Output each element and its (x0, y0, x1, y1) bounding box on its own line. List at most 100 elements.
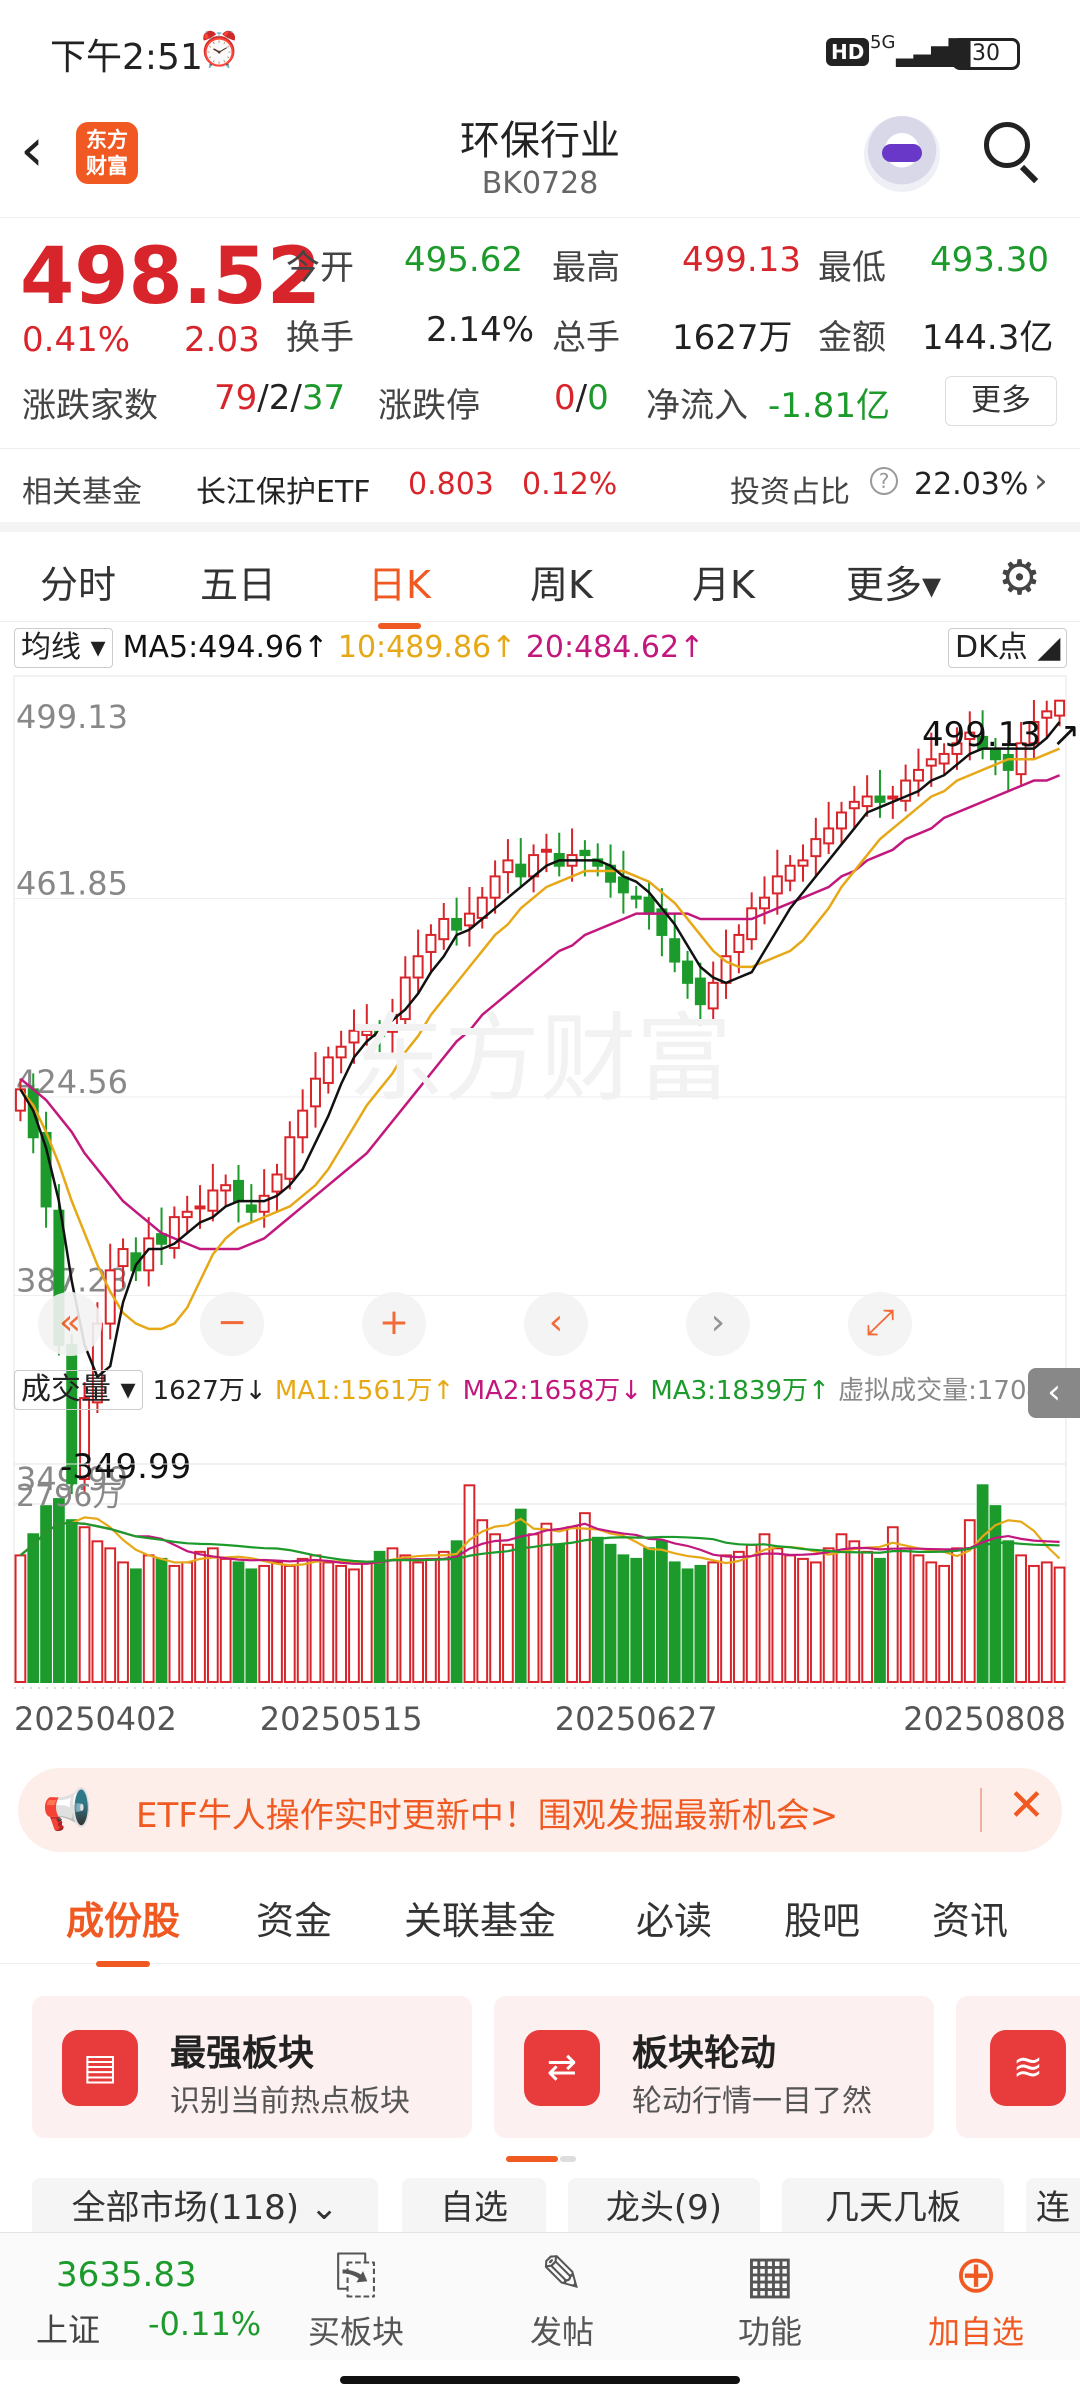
more-button[interactable]: 更多 (945, 376, 1057, 426)
volume-bar (976, 1484, 989, 1683)
x-tick-label: 20250808 (903, 1700, 1066, 1738)
fullscreen-icon[interactable]: ⤢ (848, 1292, 912, 1356)
section-tabs: 成份股 资金 关联基金 必读 股吧 资讯 (0, 1868, 1080, 1967)
help-icon[interactable]: ? (870, 467, 898, 495)
tab-fenshi[interactable]: 分时 (40, 554, 116, 609)
nav-add-watchlist[interactable]: ⊕ 加自选 (906, 2243, 1046, 2353)
vol-ma3: MA3:1839万↑ (650, 1376, 830, 1406)
nav-post[interactable]: ✎ 发帖 (492, 2243, 632, 2353)
candle-body (245, 1204, 257, 1213)
tab-week-k[interactable]: 周K (530, 554, 593, 609)
volume-bar (104, 1547, 117, 1684)
volume-bar (951, 1547, 963, 1684)
volume-bar (335, 1564, 348, 1683)
collapse-panel-icon[interactable]: ‹ (1028, 1368, 1080, 1418)
kline-svg: 499.13461.85424.56387.28349.99499.13 ↗-3… (13, 675, 1080, 1738)
max-price-label: 499.13 ↗ (922, 715, 1080, 755)
candle-body (451, 917, 463, 931)
tab-more[interactable]: 更多▾ (846, 554, 941, 609)
updown-label: 涨跌家数 (22, 386, 158, 426)
filter-consecutive[interactable]: 连 (1026, 2178, 1080, 2238)
volume-bar (668, 1561, 681, 1684)
volume-bar (732, 1550, 745, 1683)
robot-assistant-icon[interactable] (864, 116, 940, 192)
candle-body (322, 1056, 334, 1084)
volume-bar (155, 1557, 168, 1683)
index-ticker[interactable]: 3635.83 上证 -0.11% (20, 2243, 261, 2351)
candle-body (412, 955, 424, 979)
volume-bar (425, 1557, 437, 1683)
nav-buy-sector[interactable]: ⎘ 买板块 (286, 2243, 426, 2353)
scroll-right-icon[interactable]: › (686, 1292, 750, 1356)
volume-bar (784, 1554, 797, 1684)
volume-select[interactable]: 成交量 ▾ (14, 1370, 143, 1410)
volume-bar (745, 1543, 758, 1683)
tab-forum[interactable]: 股吧 (784, 1890, 860, 1945)
volume-bar (566, 1526, 578, 1684)
promo-banner[interactable]: 📢 ETF牛人操作实时更新中！围观发掘最新机会> ✕ (18, 1768, 1062, 1852)
volume-bar (117, 1561, 129, 1684)
filter-all-market[interactable]: 全部市场(118) ⌄ (32, 2178, 378, 2238)
close-icon[interactable]: ✕ (1008, 1780, 1045, 1831)
nav-functions[interactable]: ▦ 功能 (700, 2243, 840, 2353)
candle-body (617, 876, 629, 894)
kline-chart-area[interactable]: 均线 ▾ MA5:494.96↑ 10:489.86↑ 20:484.62↑ DK… (0, 622, 1080, 1752)
x-tick-label: 20250402 (14, 1700, 177, 1738)
limit-down-count: 0 (587, 378, 609, 418)
volume-bar (835, 1533, 848, 1684)
volume-bar (463, 1484, 476, 1683)
volume-bar (14, 1554, 27, 1684)
sector-rotation-card[interactable]: ⇄ 板块轮动 轮动行情一目了然 (494, 1996, 934, 2138)
vol-ma2: MA2:1658万↓ (462, 1376, 643, 1406)
volume-bar (142, 1554, 155, 1684)
zoom-in-icon[interactable]: + (362, 1292, 426, 1356)
candle-body (181, 1210, 193, 1219)
zoom-out-icon[interactable]: − (200, 1292, 264, 1356)
search-icon[interactable] (984, 122, 1040, 184)
volume-bar (771, 1547, 784, 1684)
volume-bar (373, 1550, 386, 1683)
volume-bar (283, 1564, 296, 1683)
volume-bar (989, 1505, 1002, 1684)
scroll-left-icon[interactable]: ‹ (524, 1292, 588, 1356)
candle-body (335, 1045, 347, 1059)
candle-body (887, 795, 899, 800)
filter-watchlist[interactable]: 自选 (402, 2178, 546, 2238)
layers-card[interactable]: ≋ (956, 1996, 1080, 2138)
tab-related-funds[interactable]: 关联基金 (404, 1890, 556, 1945)
volume-bar (617, 1554, 630, 1684)
nav-label: 发帖 (529, 2313, 594, 2351)
tab-funds-flow[interactable]: 资金 (256, 1890, 332, 1945)
zoom-out-left-icon[interactable]: « (38, 1292, 102, 1356)
volume-bar (27, 1533, 40, 1684)
indicator-select[interactable]: 均线 ▾ (14, 628, 113, 668)
candle-body (733, 933, 745, 953)
tab-month-k[interactable]: 月K (692, 554, 755, 609)
volume-bar (540, 1522, 553, 1683)
dk-point-toggle[interactable]: DK点 ◢ (948, 628, 1068, 668)
bottom-nav: 3635.83 上证 -0.11% ⎘ 买板块 ✎ 发帖 ▦ 功能 ⊕ 加自选 (0, 2232, 1080, 2360)
candle-body (194, 1205, 206, 1210)
volume-bar (181, 1561, 194, 1684)
watermark: 东方财富 (348, 1003, 732, 1115)
volume-bar (912, 1554, 925, 1684)
settings-gear-icon[interactable]: ⚙ (998, 550, 1041, 606)
y-tick-label: 499.13 (16, 698, 128, 736)
tab-five-day[interactable]: 五日 (200, 554, 276, 609)
tab-must-read[interactable]: 必读 (636, 1890, 712, 1945)
tab-day-k[interactable]: 日K (368, 554, 431, 629)
candle-body (861, 795, 873, 808)
hd-badge: HD (826, 38, 870, 66)
candle-body (771, 875, 783, 895)
volume-bar (309, 1554, 322, 1684)
volume-bar (348, 1568, 360, 1684)
tab-constituents[interactable]: 成份股 (66, 1890, 180, 1967)
y-tick-label: 461.85 (16, 865, 128, 903)
filter-leaders[interactable]: 龙头(9) (568, 2178, 760, 2238)
strongest-sector-card[interactable]: ▤ 最强板块 识别当前热点板块 (32, 1996, 472, 2138)
volume-bar (206, 1547, 219, 1684)
filter-days-boards[interactable]: 几天几板 (782, 2178, 1004, 2238)
related-fund-row[interactable]: 相关基金 长江保护ETF 0.803 0.12% 投资占比 ? 22.03% › (0, 448, 1080, 520)
tab-news[interactable]: 资讯 (932, 1890, 1008, 1945)
chart-like-icon: ▤ (62, 2030, 138, 2106)
